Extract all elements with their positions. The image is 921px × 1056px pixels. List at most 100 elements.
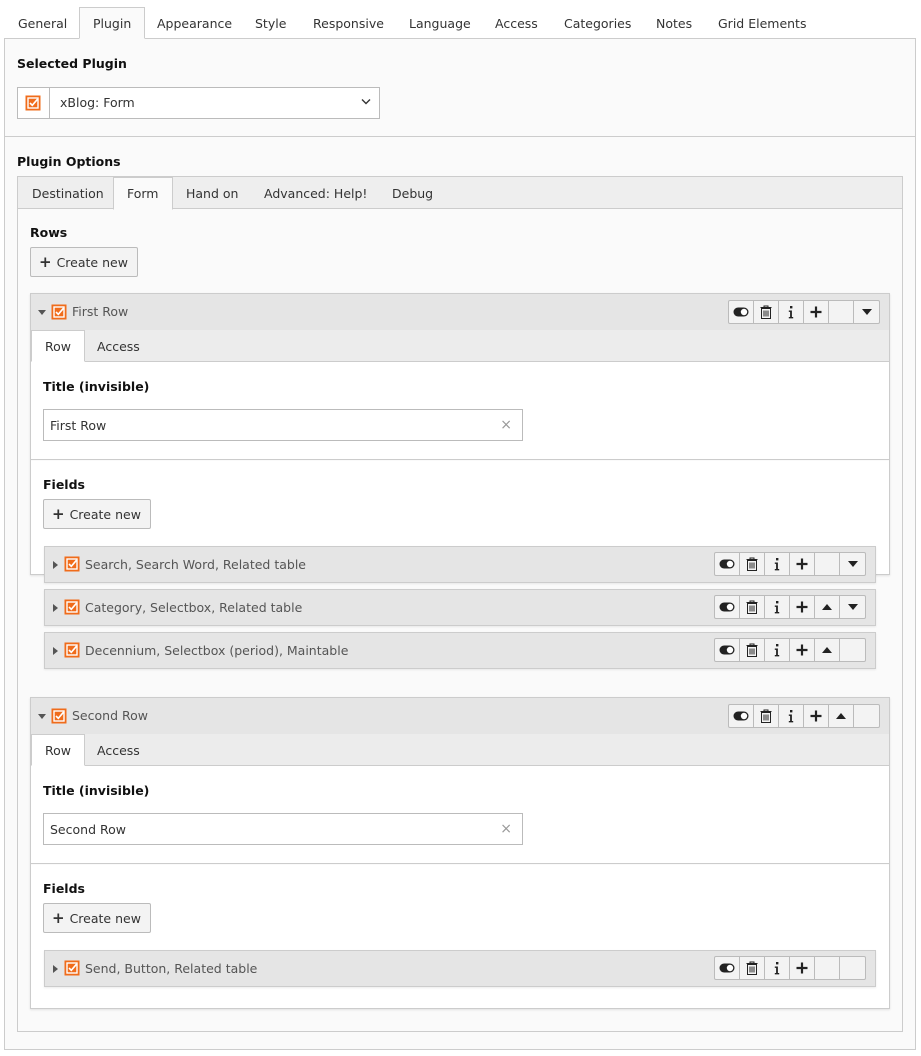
delete-button[interactable] (740, 957, 765, 979)
field-record: Send, Button, Related table (44, 950, 876, 987)
delete-button[interactable] (740, 596, 765, 618)
info-button[interactable] (765, 957, 790, 979)
delete-button[interactable] (754, 705, 779, 727)
info-button[interactable] (779, 705, 804, 727)
tab-grid-elements[interactable]: Grid Elements (704, 7, 820, 39)
tab-hand-on[interactable]: Hand on (172, 177, 252, 209)
caret-right-icon[interactable] (53, 965, 58, 973)
tab-access[interactable]: Access (83, 734, 154, 766)
add-after-button[interactable] (804, 705, 829, 727)
selected-plugin-label: Selected Plugin (17, 56, 127, 71)
tab-destination[interactable]: Destination (18, 177, 118, 209)
toggle-visibility-button[interactable] (715, 596, 740, 618)
create-new-field-button[interactable]: + Create new (43, 903, 151, 933)
plugin-select[interactable]: xBlog: Form (17, 87, 380, 119)
toggle-visibility-button[interactable] (729, 301, 754, 323)
tab-responsive[interactable]: Responsive (299, 7, 398, 39)
tab-general[interactable]: General (4, 7, 81, 39)
tab-style[interactable]: Style (241, 7, 300, 39)
move-down-button[interactable] (840, 596, 865, 618)
title-field[interactable]: × (43, 409, 523, 441)
fields-label: Fields (43, 881, 85, 896)
delete-button[interactable] (754, 301, 779, 323)
add-after-button[interactable] (804, 301, 829, 323)
add-after-button[interactable] (790, 957, 815, 979)
delete-button[interactable] (740, 553, 765, 575)
tab-plugin[interactable]: Plugin (79, 7, 146, 39)
toggle-visibility-button[interactable] (715, 639, 740, 661)
info-icon (774, 600, 780, 614)
content-element-checkbox-icon (64, 556, 80, 572)
main-tab-bar: General Plugin Appearance Style Responsi… (4, 7, 916, 39)
tab-row[interactable]: Row (31, 330, 85, 362)
toggle-visibility-icon (719, 559, 735, 569)
toggle-visibility-icon (733, 307, 749, 317)
tab-language[interactable]: Language (395, 7, 485, 39)
tab-form[interactable]: Form (113, 177, 173, 210)
content-element-checkbox-icon (64, 642, 80, 658)
delete-button[interactable] (740, 639, 765, 661)
info-button[interactable] (765, 553, 790, 575)
tab-advanced-help[interactable]: Advanced: Help! (250, 177, 381, 209)
create-new-row-button[interactable]: + Create new (30, 247, 138, 277)
plus-icon (796, 962, 808, 974)
info-icon (774, 643, 780, 657)
clear-icon[interactable]: × (500, 417, 512, 433)
add-after-button[interactable] (790, 639, 815, 661)
plus-icon: + (52, 909, 65, 927)
tab-notes[interactable]: Notes (642, 7, 706, 39)
field-record-header[interactable]: Category, Selectbox, Related table (45, 590, 875, 625)
content-element-checkbox-icon (51, 708, 67, 724)
field-record: Decennium, Selectbox (period), Maintable (44, 632, 876, 669)
caret-down-icon[interactable] (38, 714, 46, 719)
toggle-visibility-button[interactable] (715, 957, 740, 979)
trash-icon (746, 557, 758, 571)
caret-right-icon[interactable] (53, 647, 58, 655)
toggle-visibility-icon (719, 963, 735, 973)
tab-appearance[interactable]: Appearance (143, 7, 246, 39)
row-record-controls (728, 300, 880, 324)
field-record-controls (714, 956, 866, 980)
title-input[interactable] (50, 814, 490, 844)
title-field[interactable]: × (43, 813, 523, 845)
row-record-header[interactable]: Second Row (31, 698, 889, 734)
plus-icon: + (52, 505, 65, 523)
move-up-button[interactable] (815, 639, 840, 661)
field-record: Category, Selectbox, Related table (44, 589, 876, 626)
row-record-header[interactable]: First Row (31, 294, 889, 330)
row-record-title: Second Row (72, 708, 148, 723)
tab-debug[interactable]: Debug (378, 177, 447, 209)
tab-access[interactable]: Access (83, 330, 154, 362)
info-button[interactable] (779, 301, 804, 323)
add-after-button[interactable] (790, 596, 815, 618)
move-up-button[interactable] (815, 596, 840, 618)
field-record-header[interactable]: Send, Button, Related table (45, 951, 875, 986)
tab-row[interactable]: Row (31, 734, 85, 766)
title-input[interactable] (50, 410, 490, 440)
plus-icon (796, 601, 808, 613)
clear-icon[interactable]: × (500, 821, 512, 837)
trash-icon (760, 305, 772, 319)
caret-right-icon[interactable] (53, 561, 58, 569)
field-record-header[interactable]: Search, Search Word, Related table (45, 547, 875, 582)
add-after-button[interactable] (790, 553, 815, 575)
move-up-button[interactable] (829, 705, 854, 727)
move-down-placeholder (840, 639, 865, 661)
tab-categories[interactable]: Categories (550, 7, 645, 39)
move-down-button[interactable] (840, 553, 865, 575)
field-record-header[interactable]: Decennium, Selectbox (period), Maintable (45, 633, 875, 668)
title-field-label: Title (invisible) (43, 783, 150, 798)
toggle-visibility-button[interactable] (729, 705, 754, 727)
caret-down-icon[interactable] (38, 310, 46, 315)
tab-access[interactable]: Access (481, 7, 552, 39)
caret-right-icon[interactable] (53, 604, 58, 612)
move-up-icon (836, 713, 846, 719)
info-button[interactable] (765, 596, 790, 618)
info-button[interactable] (765, 639, 790, 661)
create-new-field-button[interactable]: + Create new (43, 499, 151, 529)
row-title-section: Title (invisible) × (31, 362, 889, 460)
rows-label: Rows (30, 225, 68, 240)
move-down-button[interactable] (854, 301, 879, 323)
row-record-title: First Row (72, 304, 129, 319)
toggle-visibility-button[interactable] (715, 553, 740, 575)
